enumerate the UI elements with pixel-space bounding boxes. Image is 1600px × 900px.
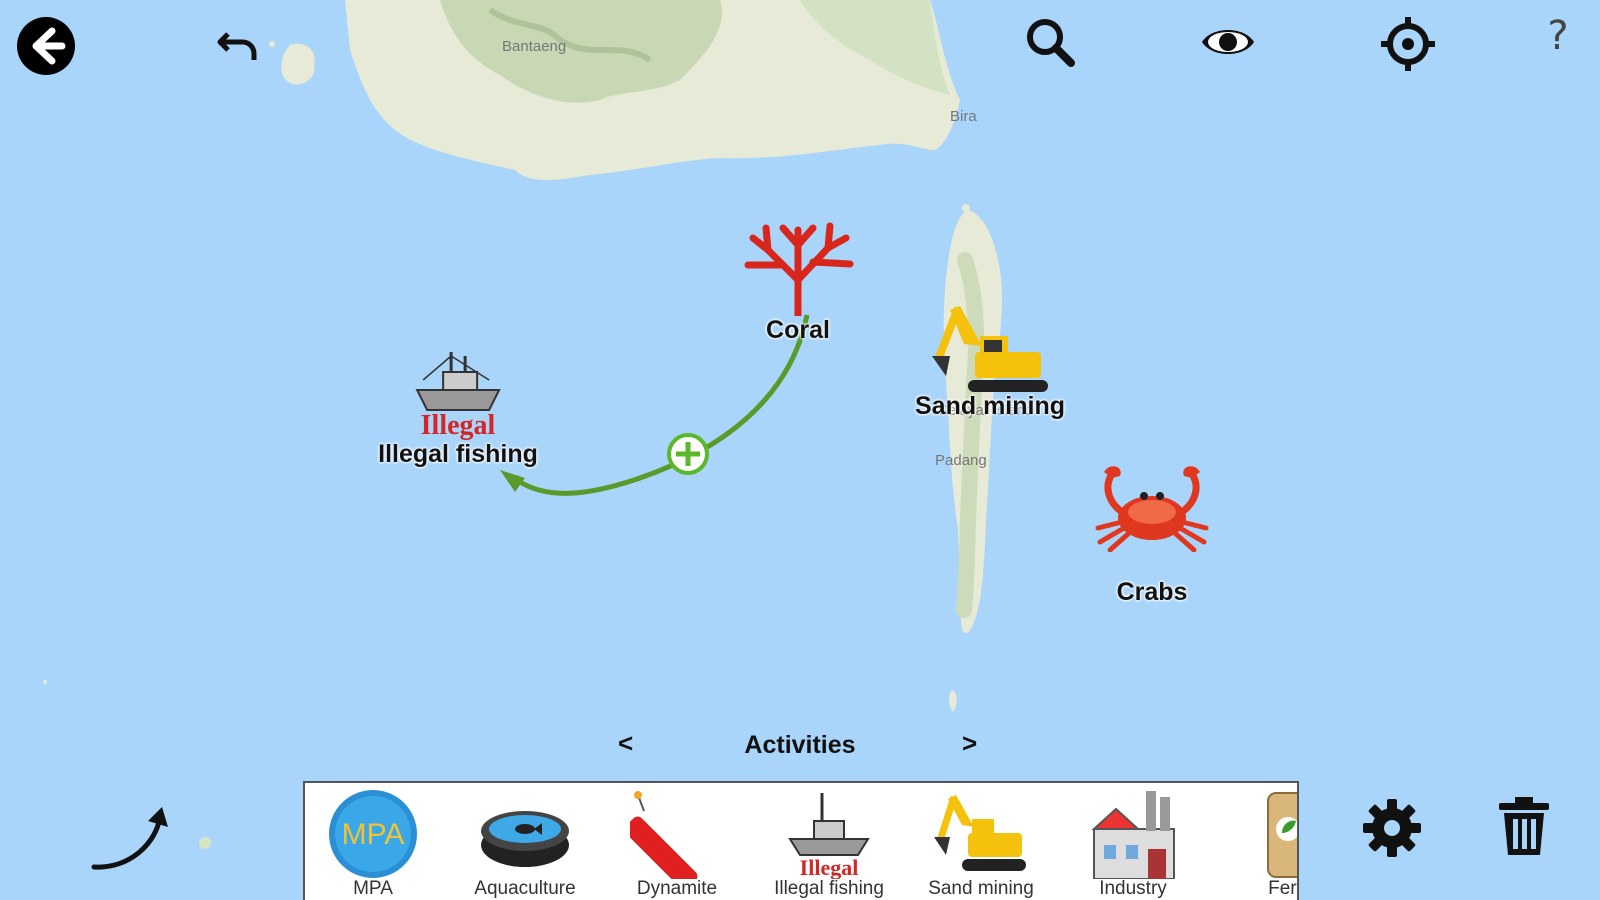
activities-header: < Activities > [600, 728, 980, 768]
fishing-boat-icon: Illegal [788, 793, 870, 879]
map-label-padang: Padang [935, 452, 987, 469]
activities-next-button[interactable]: > [962, 728, 977, 759]
palette-item-sand-mining[interactable]: Sand mining [906, 783, 1056, 900]
palette-item-dynamite[interactable]: Dynamite [602, 783, 752, 900]
excavator-icon [934, 795, 1026, 871]
palette-item-fertilizer[interactable]: Fert [1210, 783, 1299, 900]
crosshair-icon [1381, 17, 1435, 71]
islet-dot [269, 41, 275, 47]
activities-title: Activities [744, 731, 856, 759]
factory-icon [1091, 791, 1175, 879]
palette-item-sand-mining-label: Sand mining [928, 878, 1034, 899]
fertilizer-bag-icon [1267, 792, 1297, 878]
node-coral[interactable]: Coral [738, 220, 858, 345]
illegal-stamp: Illegal [420, 410, 496, 441]
settings-button[interactable] [1360, 796, 1424, 860]
activities-palette[interactable]: MPA MPA Aquaculture Dynamite Illegal Ill… [303, 781, 1299, 900]
node-sand-mining[interactable]: Sand mining [915, 300, 1065, 421]
svg-text:MPA: MPA [342, 818, 405, 851]
dynamite-icon [630, 791, 698, 879]
view-button[interactable] [1196, 10, 1260, 74]
locate-button[interactable] [1376, 12, 1440, 76]
undo-icon [217, 32, 257, 60]
palette-item-aquaculture-label: Aquaculture [474, 878, 576, 899]
back-icon [17, 17, 75, 75]
link-arrowhead [500, 470, 525, 492]
excavator-icon [932, 306, 1048, 392]
node-coral-label: Coral [766, 316, 830, 344]
eye-icon [1202, 30, 1254, 54]
palette-item-industry[interactable]: Industry [1058, 783, 1208, 900]
palette-item-industry-label: Industry [1099, 878, 1167, 899]
svg-text:Illegal: Illegal [800, 855, 859, 879]
islet-north-selayar [962, 204, 970, 212]
back-button[interactable] [14, 14, 78, 78]
node-crabs[interactable]: Crabs [1090, 462, 1214, 607]
aquaculture-icon [481, 811, 569, 867]
palette-item-illegal-fishing-label: Illegal fishing [774, 878, 884, 899]
undo-button[interactable] [204, 14, 268, 78]
islet-south [949, 690, 957, 712]
palette-item-mpa[interactable]: MPA MPA [305, 783, 448, 900]
islet-sw [199, 837, 211, 849]
node-illegal-fishing[interactable]: Illegal Illegal fishing [378, 350, 538, 469]
palette-item-illegal-fishing[interactable]: Illegal Illegal fishing [754, 783, 904, 900]
node-illegal-fishing-label: Illegal fishing [378, 440, 538, 468]
gear-icon [1363, 799, 1421, 857]
add-link-button[interactable] [90, 798, 170, 878]
mpa-icon: MPA [329, 790, 417, 878]
trash-icon [1499, 797, 1549, 855]
node-sand-mining-label: Sand mining [915, 392, 1065, 420]
fishing-boat-icon [415, 352, 501, 411]
palette-item-mpa-label: MPA [353, 878, 393, 899]
plus-circle-icon [667, 433, 709, 475]
crab-icon [1095, 466, 1209, 552]
node-crabs-label: Crabs [1116, 578, 1188, 606]
palette-item-dynamite-label: Dynamite [636, 878, 718, 899]
link-add-button[interactable] [666, 432, 710, 476]
islet-w [43, 680, 47, 684]
delete-button[interactable] [1492, 794, 1556, 858]
coral-icon [744, 222, 854, 316]
palette-item-aquaculture[interactable]: Aquaculture [450, 783, 600, 900]
map-label-bantaeng: Bantaeng [502, 38, 567, 55]
islet-west [281, 43, 315, 85]
search-button[interactable] [1018, 10, 1082, 74]
help-button[interactable]: ? [1528, 4, 1588, 68]
curved-arrow-icon [91, 807, 168, 870]
search-icon [1027, 19, 1075, 67]
palette-item-fertilizer-label: Fert [1268, 878, 1299, 899]
map-label-bira: Bira [950, 108, 977, 125]
